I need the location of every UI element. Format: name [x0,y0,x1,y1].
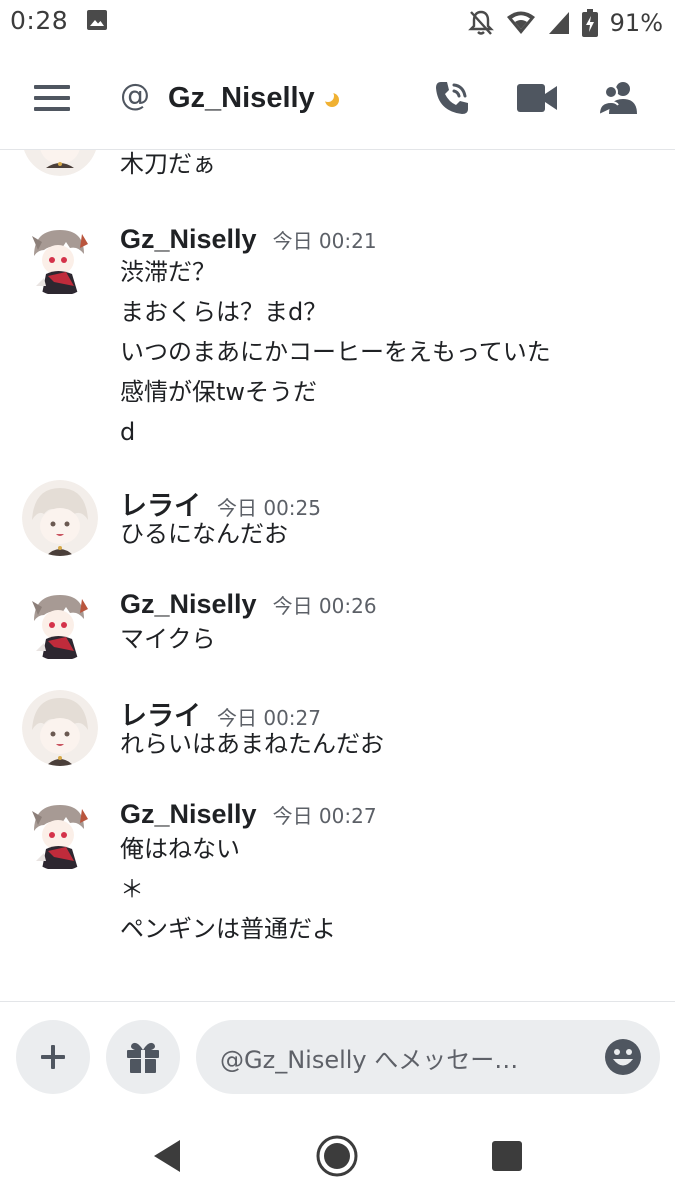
message-timestamp: 今日 00:26 [272,594,377,618]
user-avatar[interactable] [22,585,98,661]
niselly-avatar-icon [22,585,98,661]
signal-icon [548,12,569,34]
user-avatar[interactable] [22,150,98,176]
battery-percent: 91% [609,9,663,37]
members-icon[interactable] [598,80,640,116]
message-input-placeholder: @Gz_Niselly へメッセー… [220,1045,519,1074]
wifi-icon [506,11,535,34]
message-content: マイクら [120,619,216,659]
rerai-avatar-icon [22,480,98,556]
message-author[interactable]: Gz_Niselly [120,799,257,830]
plus-icon [41,1045,65,1069]
message-line: 木刀だぁ [120,150,216,178]
rerai-avatar-icon [23,150,97,176]
message-input[interactable]: @Gz_Niselly へメッセー… [196,1020,660,1094]
message-content: 木刀だぁ [120,150,216,184]
user-avatar[interactable] [22,220,98,296]
message-content: ひるになんだお [120,514,288,554]
message-content: 渋滞だ？ まおくらは？まd？ いつのまあにかコーヒーをえもっていた 感情が保tw… [120,252,551,452]
recents-icon[interactable] [492,1141,522,1171]
message-list[interactable]: 木刀だぁ Gz_Niselly 今日 00:21 渋滞だ？ まおくらは？まd？ … [0,150,675,1000]
message-timestamp: 今日 00:21 [272,229,377,253]
message-author[interactable]: Gz_Niselly [120,224,257,255]
message-line: 俺はねない [120,835,240,863]
image-icon [87,10,107,30]
user-avatar[interactable] [22,480,98,556]
gift-icon [127,1042,159,1073]
message-content: 俺はねない ＊ ペンギンは普通だよ [120,829,336,949]
home-icon[interactable] [316,1135,358,1177]
status-bar: 0:28 91% [0,0,675,48]
menu-icon[interactable] [34,84,72,114]
message-timestamp: 今日 00:27 [272,804,377,828]
gift-button[interactable] [106,1020,180,1094]
message-line: マイクら [120,625,216,653]
message-header: Gz_Niselly 今日 00:27 [120,799,377,830]
niselly-avatar-icon [22,220,98,296]
emoji-icon[interactable] [604,1038,642,1076]
message-header: Gz_Niselly 今日 00:26 [120,589,377,620]
message-header: Gz_Niselly 今日 00:21 [120,224,377,255]
message-line: ペンギンは普通だよ [120,915,336,943]
idle-moon-icon [322,90,339,107]
video-call-icon[interactable] [516,82,558,114]
battery-icon [581,9,598,37]
message-line: 感情が保twそうだ [120,378,318,406]
message-line: d [120,418,136,446]
rerai-avatar-icon [22,690,98,766]
user-avatar[interactable] [22,795,98,871]
message-line: れらいはあまねたんだお [120,730,384,758]
back-icon[interactable] [152,1139,182,1173]
add-attachment-button[interactable] [16,1020,90,1094]
message-line: まおくらは？まd？ [120,298,328,326]
channel-title[interactable]: Gz_Niselly [168,82,315,115]
message-line: ＊ [120,875,144,903]
message-composer: @Gz_Niselly へメッセー… [0,1001,675,1111]
message-author[interactable]: Gz_Niselly [120,589,257,620]
status-icons: 91% [467,8,663,38]
channel-header: @ Gz_Niselly [0,48,675,150]
system-navigation-bar [0,1111,675,1200]
user-avatar[interactable] [22,690,98,766]
message-line: 渋滞だ？ [120,258,216,286]
message-line: ひるになんだお [120,520,288,548]
status-time: 0:28 [10,6,69,35]
niselly-avatar-icon [22,795,98,871]
at-icon: @ [120,78,150,113]
notifications-off-icon [467,10,494,35]
voice-call-icon[interactable] [432,78,472,118]
message-line: いつのまあにかコーヒーをえもっていた [120,338,551,366]
message-content: れらいはあまねたんだお [120,724,384,764]
